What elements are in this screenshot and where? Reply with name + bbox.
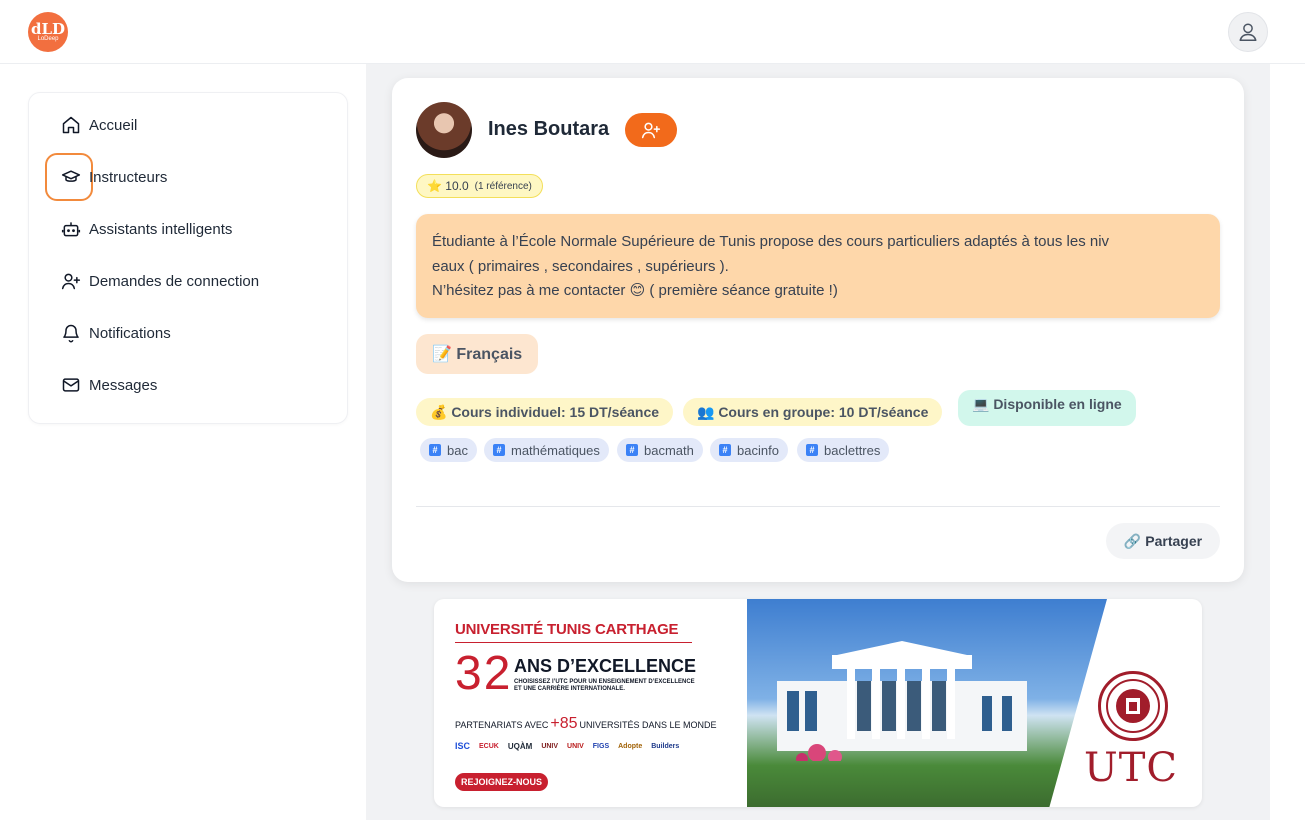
tag-label: bac — [447, 442, 468, 458]
home-icon — [61, 115, 81, 135]
tag-chip[interactable]: # baclettres — [797, 438, 890, 462]
sidebar-item-label: Notifications — [89, 324, 171, 342]
sidebar-item-label: Messages — [89, 376, 158, 394]
bot-icon — [61, 219, 81, 239]
banner-partners: PARTENARIATS AVEC +85 UNIVERSITÉS DANS L… — [455, 715, 717, 733]
partners-suffix: UNIVERSITÉS DANS LE MONDE — [579, 720, 717, 730]
hashtag-icon: # — [719, 444, 731, 456]
tag-chip[interactable]: # bac — [420, 438, 477, 462]
graduation-cap-icon — [61, 167, 81, 187]
user-plus-icon — [61, 271, 81, 291]
bell-icon — [61, 323, 81, 343]
rating-value: ⭐ 10.0 — [427, 179, 469, 193]
partner-logo: Builders — [651, 742, 680, 750]
logo-subtitle: LoDeep — [37, 35, 59, 42]
banner-title: UNIVERSITÉ TUNIS CARTHAGE — [455, 621, 679, 638]
card-divider — [416, 506, 1220, 507]
banner-underline — [455, 642, 692, 643]
university-ad-banner[interactable]: UNIVERSITÉ TUNIS CARTHAGE 32 ANS D’EXCEL… — [434, 599, 1202, 807]
user-icon — [1239, 23, 1257, 41]
sidebar-item-instructeurs[interactable]: Instructeurs — [61, 165, 167, 189]
partner-logo: UNIV — [541, 742, 559, 750]
sidebar-item-notifications[interactable]: Notifications — [61, 321, 171, 345]
price-group-chip: 👥 Cours en groupe: 10 DT/séance — [683, 398, 943, 426]
instructor-name[interactable]: Ines Boutara — [488, 118, 609, 141]
profile-avatar[interactable] — [416, 102, 472, 158]
top-bar: dLD LoDeep — [0, 0, 1305, 64]
partner-logo: Adopte — [618, 742, 643, 750]
hashtag-icon: # — [493, 444, 505, 456]
connect-button[interactable] — [625, 113, 677, 147]
sidebar-item-assistants[interactable]: Assistants intelligents — [61, 217, 232, 241]
mail-icon — [61, 375, 81, 395]
banner-headline: ANS D’EXCELLENCE — [514, 656, 697, 676]
partners-prefix: PARTENARIATS AVEC — [455, 720, 549, 730]
tag-label: bacmath — [644, 442, 694, 458]
partners-count: +85 — [550, 715, 578, 732]
tag-chip[interactable]: # mathématiques — [484, 438, 609, 462]
partner-logo: UQÀM — [507, 741, 533, 751]
tag-label: mathématiques — [511, 442, 600, 458]
sidebar-item-label: Instructeurs — [89, 168, 168, 186]
sidebar-nav: Accueil Instructeurs Assistants intellig… — [28, 92, 348, 424]
tag-label: baclettres — [824, 442, 881, 458]
tag-label: bacinfo — [737, 442, 779, 458]
online-availability-chip: 💻 Disponible en ligne — [958, 390, 1136, 426]
partner-logo: ISC — [455, 741, 471, 751]
instructor-card: Ines Boutara ⭐ 10.0 (1 référence) Étudia… — [392, 78, 1244, 582]
sidebar-item-messages[interactable]: Messages — [61, 373, 157, 397]
share-button[interactable]: 🔗 Partager — [1106, 523, 1220, 559]
partner-logos: ISC ECUK UQÀM UNIV UNIV FIGS Adopte Buil… — [455, 741, 679, 751]
app-logo[interactable]: dLD LoDeep — [28, 12, 68, 52]
logo-mark: dLD — [30, 19, 66, 38]
partner-logo: FIGS — [592, 742, 610, 750]
partner-logo: ECUK — [479, 742, 499, 750]
price-individual-chip: 💰 Cours individuel: 15 DT/séance — [416, 398, 674, 426]
user-menu-button[interactable] — [1228, 12, 1268, 52]
sidebar-item-label: Accueil — [89, 116, 138, 134]
tag-chip[interactable]: # bacinfo — [710, 438, 788, 462]
sidebar-item-demandes[interactable]: Demandes de connection — [61, 269, 259, 293]
instructor-bio: Étudiante à l’École Normale Supérieure d… — [416, 214, 1220, 318]
sidebar-item-label: Assistants intelligents — [89, 220, 233, 238]
campus-photo — [747, 599, 1107, 807]
rating-badge: ⭐ 10.0 (1 référence) — [416, 174, 543, 198]
sidebar-item-label: Demandes de connection — [89, 272, 260, 290]
partner-logo: UNIV — [567, 742, 584, 750]
campus-building-illustration — [777, 641, 1027, 761]
banner-brand: UTC — [1084, 745, 1178, 791]
banner-cta-button[interactable]: REJOIGNEZ-NOUS — [455, 773, 549, 791]
university-seal-icon — [1098, 671, 1168, 741]
user-plus-icon — [641, 122, 661, 139]
hashtag-icon: # — [429, 444, 441, 456]
hashtag-icon: # — [806, 444, 818, 456]
sidebar-item-accueil[interactable]: Accueil — [61, 113, 137, 137]
language-chip: 📝 Français — [416, 334, 539, 374]
tag-chip[interactable]: # bacmath — [617, 438, 703, 462]
rating-references: (1 référence) — [474, 180, 532, 192]
banner-tagline: CHOISISSEZ l’UTC POUR UN ENSEIGNEMENT D’… — [514, 679, 695, 692]
banner-years: 32 — [455, 647, 513, 700]
hashtag-icon: # — [626, 444, 638, 456]
